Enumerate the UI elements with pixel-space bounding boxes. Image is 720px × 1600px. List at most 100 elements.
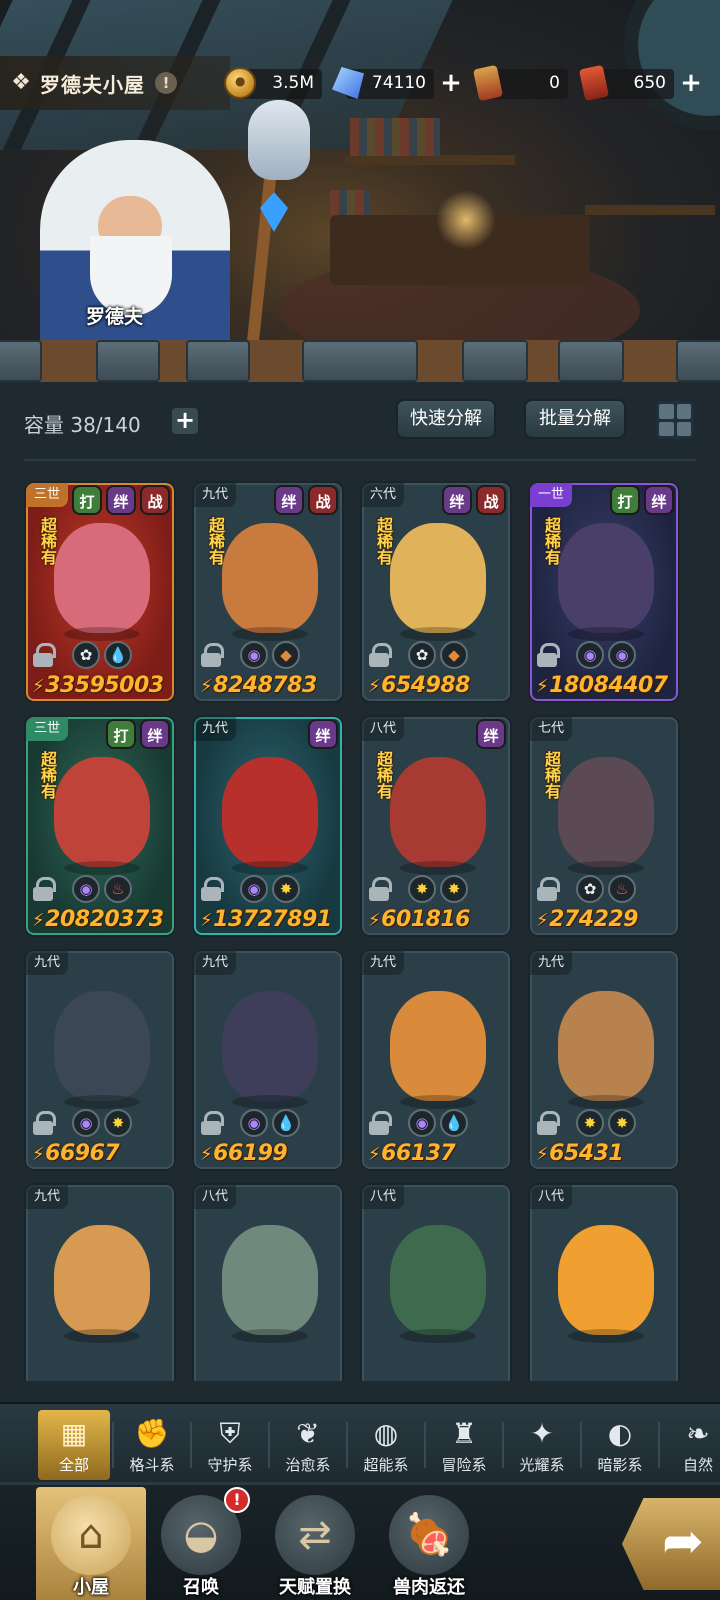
creature-portrait	[558, 523, 654, 641]
rarity-label: 超稀有	[38, 517, 57, 565]
power-number: 66199	[213, 1141, 288, 1166]
generation-badge: 九代	[530, 951, 573, 975]
tab-separator	[424, 1422, 426, 1468]
pet-card[interactable]: 九代 绊战超稀有 ◉ ◆ ⚡8248783	[192, 481, 344, 703]
batch-decompose-button[interactable]: 批量分解	[524, 399, 626, 439]
pet-card[interactable]: 九代 ◉ 💧 ⚡66137	[360, 949, 512, 1171]
creature-portrait	[54, 1225, 150, 1343]
category-tab[interactable]: ◍ 超能系	[350, 1410, 422, 1480]
lock-icon[interactable]	[536, 877, 560, 901]
power-value: ⚡66967	[32, 1141, 120, 1166]
lock-icon[interactable]	[32, 877, 56, 901]
pet-card[interactable]: 八代	[360, 1183, 512, 1381]
nav-item[interactable]: 🍖 兽肉返还	[374, 1487, 484, 1600]
category-tab[interactable]: ❧ 自然	[662, 1410, 720, 1480]
pet-card[interactable]: 八代	[528, 1183, 680, 1381]
dark-type-icon: ◉	[576, 641, 604, 669]
category-tab[interactable]: ◐ 暗影系	[584, 1410, 656, 1480]
type-icons: ◉ ✸	[72, 1109, 132, 1137]
porthole-window	[624, 0, 720, 130]
lock-icon[interactable]	[32, 643, 56, 667]
category-label: 格斗系	[129, 1456, 175, 1474]
trait-tag: 绊	[442, 485, 472, 515]
pet-card[interactable]: 九代 ◉ 💧 ⚡66199	[192, 949, 344, 1171]
creature-portrait	[54, 523, 150, 641]
lock-icon[interactable]	[536, 1111, 560, 1135]
power-icon: ⚡	[368, 910, 381, 931]
category-label: 暗影系	[597, 1456, 643, 1474]
type-icons: ✸ ✸	[576, 1109, 636, 1137]
hut-icon: ⌂	[51, 1495, 131, 1575]
potion-shelf	[585, 205, 715, 215]
pet-card[interactable]: 一世 打绊超稀有 ◉ ◉ ⚡18084407	[528, 481, 680, 703]
category-tab[interactable]: ✊ 格斗系	[116, 1410, 188, 1480]
dark-type-icon: ◉	[240, 875, 268, 903]
category-tab[interactable]: ♜ 冒险系	[428, 1410, 500, 1480]
category-tab[interactable]: ⛨ 守护系	[194, 1410, 266, 1480]
pet-card[interactable]: 九代 ◉ ✸ ⚡66967	[24, 949, 176, 1171]
power-value: ⚡20820373	[32, 907, 164, 932]
rarity-label: 超稀有	[374, 517, 393, 565]
quick-decompose-button[interactable]: 快速分解	[396, 399, 496, 439]
lock-icon[interactable]	[200, 643, 224, 667]
lock-icon[interactable]	[536, 643, 560, 667]
category-tab[interactable]: ✦ 光耀系	[506, 1410, 578, 1480]
pet-card[interactable]: 九代	[24, 1183, 176, 1381]
power-icon: ⚡	[32, 910, 45, 931]
lock-icon[interactable]	[368, 877, 392, 901]
pet-card[interactable]: 八代	[192, 1183, 344, 1381]
trait-tag: 绊	[106, 485, 136, 515]
category-tab[interactable]: ❦ 治愈系	[272, 1410, 344, 1480]
info-icon[interactable]: !	[155, 72, 177, 94]
fist-icon: ✊	[134, 1417, 170, 1450]
ticket-a-value: 0	[549, 73, 560, 93]
owl	[248, 100, 310, 180]
category-tab[interactable]: ▦ 全部	[38, 1410, 110, 1480]
dark-type-icon: ◉	[608, 641, 636, 669]
pet-card[interactable]: 三世打绊战超稀有 ✿ 💧 ⚡33595003	[24, 481, 176, 703]
add-ticket-button[interactable]: +	[678, 70, 704, 97]
power-icon: ⚡	[368, 676, 381, 697]
type-icons: ◉ ◉	[576, 641, 636, 669]
lock-icon[interactable]	[200, 877, 224, 901]
type-icons: ◉ 💧	[240, 1109, 300, 1137]
candle-glow	[436, 190, 496, 250]
nav-item[interactable]: ⌂ 小屋	[36, 1487, 146, 1600]
tab-separator	[658, 1422, 660, 1468]
pet-grid: 三世打绊战超稀有 ✿ 💧 ⚡33595003 九代绊战超稀有 ◉ ◆ ⚡8248783 六代绊战…	[24, 481, 700, 1381]
pet-card[interactable]: 九代 ✸ ✸ ⚡65431	[528, 949, 680, 1171]
category-label: 冒险系	[441, 1456, 487, 1474]
power-number: 274229	[549, 907, 638, 932]
divider	[24, 459, 696, 461]
pet-card[interactable]: 八代 绊超稀有 ✸ ✸ ⚡601816	[360, 715, 512, 937]
bottom-nav: ⌂ 小屋 ◒ 召唤! ⇄ 天赋置换 🍖 兽肉返还	[0, 1482, 720, 1600]
pet-card[interactable]: 七代 超稀有 ✿ ♨ ⚡274229	[528, 715, 680, 937]
nav-item[interactable]: ◒ 召唤!	[146, 1487, 256, 1600]
expand-capacity-button[interactable]: +	[172, 408, 198, 434]
trait-tag: 绊	[644, 485, 674, 515]
rarity-label: 超稀有	[38, 751, 57, 799]
ticket-b-counter: 650 +	[578, 64, 702, 102]
pet-card[interactable]: 九代 绊 ◉ ✸ ⚡13727891	[192, 715, 344, 937]
creature-portrait	[54, 991, 150, 1109]
all-icon: ▦	[60, 1417, 88, 1450]
rarity-label: 超稀有	[542, 517, 561, 565]
nav-item[interactable]: ⇄ 天赋置换	[260, 1487, 370, 1600]
power-number: 66967	[45, 1141, 120, 1166]
lantern-icon: ♜	[451, 1417, 477, 1450]
power-value: ⚡65431	[536, 1141, 624, 1166]
rarity-label: 超稀有	[374, 751, 393, 799]
lock-icon[interactable]	[200, 1111, 224, 1135]
stone	[558, 340, 624, 382]
power-icon: ⚡	[368, 1144, 381, 1165]
grid-view-icon[interactable]	[656, 401, 694, 439]
nav-label: 天赋置换	[279, 1577, 351, 1598]
pet-card[interactable]: 六代 绊战超稀有 ✿ ◆ ⚡654988	[360, 481, 512, 703]
lock-icon[interactable]	[32, 1111, 56, 1135]
location-title: ❖ 罗德夫小屋 !	[0, 56, 230, 110]
add-crystal-button[interactable]: +	[438, 70, 464, 97]
lock-icon[interactable]	[368, 1111, 392, 1135]
lock-icon[interactable]	[368, 643, 392, 667]
category-label: 守护系	[207, 1456, 253, 1474]
pet-card[interactable]: 三世 打绊超稀有 ◉ ♨ ⚡20820373	[24, 715, 176, 937]
